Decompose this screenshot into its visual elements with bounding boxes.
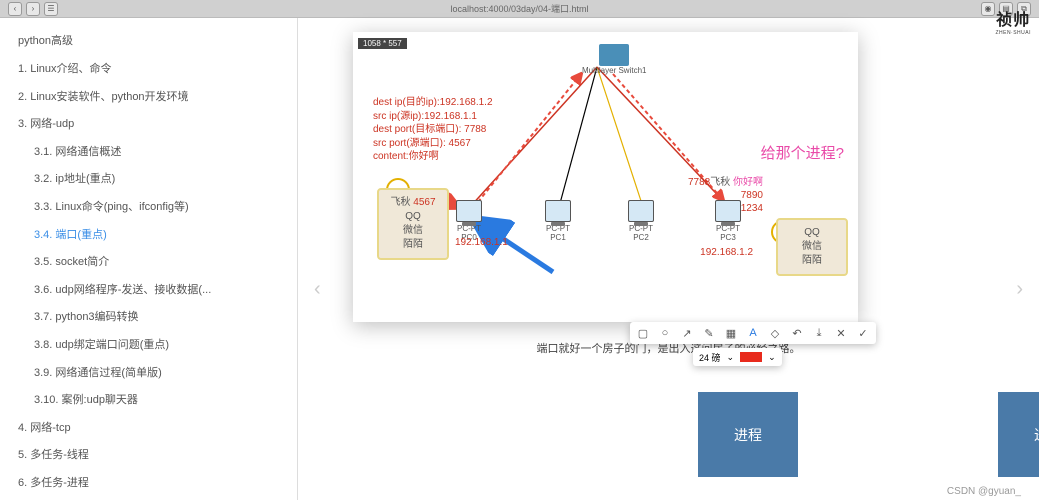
process-box: 进程 xyxy=(698,392,798,477)
sidebar: python高级 1. Linux介绍、命令2. Linux安装软件、pytho… xyxy=(0,18,298,500)
arrow-tool-icon[interactable]: ↗ xyxy=(680,326,694,340)
browser-toolbar: ‹ › ☰ localhost:4000/03day/04-端口.html ◉ … xyxy=(0,0,1039,18)
sidebar-item[interactable]: 3.9. 网络通信过程(简单版) xyxy=(0,360,297,388)
sidebar-item[interactable]: 3.4. 端口(重点) xyxy=(0,222,297,250)
rect-tool-icon[interactable]: ▢ xyxy=(636,326,650,340)
switch-label: Multilayer Switch1 xyxy=(582,66,646,75)
network-lines xyxy=(353,32,858,322)
pen-tool-icon[interactable]: ✎ xyxy=(702,326,716,340)
close-icon[interactable]: ✕ xyxy=(834,326,848,340)
sidebar-button[interactable]: ☰ xyxy=(44,2,58,16)
sidebar-item[interactable]: 3.8. udp绑定端口问题(重点) xyxy=(0,332,297,360)
pc2-device: PC-PT PC2 xyxy=(628,200,654,242)
size-select[interactable]: 24 磅 xyxy=(699,351,721,364)
sidebar-item[interactable]: 6. 多任务-进程 xyxy=(0,470,297,498)
screenshot-dimension: 1058 * 557 xyxy=(358,38,407,49)
url-bar[interactable]: localhost:4000/03day/04-端口.html xyxy=(450,2,588,15)
eraser-tool-icon[interactable]: ◇ xyxy=(768,326,782,340)
sidebar-item[interactable]: 3.10. 案例:udp聊天器 xyxy=(0,387,297,415)
undo-icon[interactable]: ↶ xyxy=(790,326,804,340)
forward-button[interactable]: › xyxy=(26,2,40,16)
sidebar-item[interactable]: 4. 网络-tcp xyxy=(0,415,297,443)
app-box-left: 飞秋 4567 QQ 微信 陌陌 xyxy=(377,188,449,260)
question-text: 给那个进程? xyxy=(761,142,844,163)
download-icon[interactable]: ⤓ xyxy=(812,326,826,340)
watermark: 祯帅 ZHEN·SHUAI xyxy=(995,6,1031,36)
sidebar-title: python高级 xyxy=(0,28,297,56)
text-tool-icon[interactable]: A xyxy=(746,326,760,340)
prev-button[interactable]: ‹ xyxy=(314,278,321,301)
ip-left-label: 192.168.1.1 xyxy=(455,236,508,249)
next-button[interactable]: › xyxy=(1016,278,1023,301)
right-ports: 7788飞秋 你好啊 7890 1234 xyxy=(688,176,763,215)
sidebar-item[interactable]: 2. Linux安装软件、python开发环境 xyxy=(0,84,297,112)
screenshot-overlay: Multilayer Switch1 PC-PT PC0 PC-PT PC1 P… xyxy=(353,32,858,322)
reader-button[interactable]: ◉ xyxy=(981,2,995,16)
sidebar-item[interactable]: 3.2. ip地址(重点) xyxy=(0,166,297,194)
footer-watermark: CSDN @gyuan_ xyxy=(947,486,1021,497)
app-box-right: QQ 微信 陌陌 xyxy=(776,218,848,276)
chevron-down-icon[interactable]: ⌄ xyxy=(768,352,776,363)
chevron-down-icon[interactable]: ⌄ xyxy=(727,352,735,363)
pc1-device: PC-PT PC1 xyxy=(545,200,571,242)
circle-tool-icon[interactable]: ○ xyxy=(658,326,672,340)
color-swatch[interactable] xyxy=(740,352,762,362)
sidebar-item[interactable]: 3.3. Linux命令(ping、ifconfig等) xyxy=(0,194,297,222)
sidebar-item[interactable]: 5. 多任务-线程 xyxy=(0,442,297,470)
packet-info: dest ip(目的ip):192.168.1.2 src ip(源ip):19… xyxy=(373,96,493,164)
mosaic-tool-icon[interactable]: ▦ xyxy=(724,326,738,340)
sidebar-item[interactable]: 3.6. udp网络程序-发送、接收数据(... xyxy=(0,277,297,305)
annotation-subtoolbar: 24 磅 ⌄ ⌄ xyxy=(693,348,782,366)
annotation-toolbar: ▢ ○ ↗ ✎ ▦ A ◇ ↶ ⤓ ✕ ✓ xyxy=(630,322,876,344)
sidebar-item[interactable]: 3.5. socket简介 xyxy=(0,249,297,277)
sidebar-item[interactable]: 3.1. 网络通信概述 xyxy=(0,139,297,167)
back-button[interactable]: ‹ xyxy=(8,2,22,16)
sidebar-item[interactable]: 3. 网络-udp xyxy=(0,111,297,139)
sidebar-item[interactable]: 1. Linux介绍、命令 xyxy=(0,56,297,84)
process-box: 进程 xyxy=(998,392,1039,477)
confirm-icon[interactable]: ✓ xyxy=(856,326,870,340)
ip-right-label: 192.168.1.2 xyxy=(700,246,753,259)
sidebar-item[interactable]: 3.7. python3编码转换 xyxy=(0,304,297,332)
switch-device: Multilayer Switch1 xyxy=(582,44,646,75)
